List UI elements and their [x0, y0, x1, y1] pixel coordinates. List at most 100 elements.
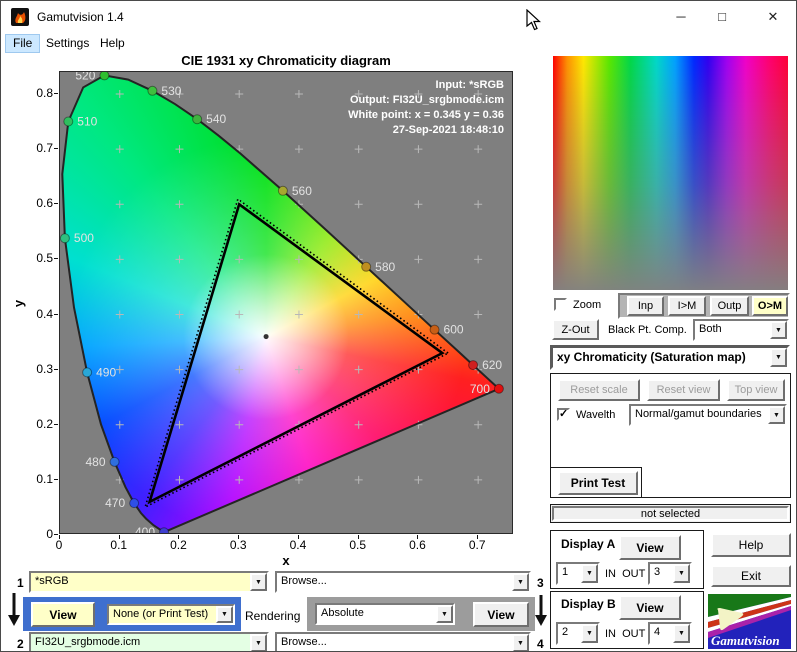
- z-out-button[interactable]: Z-Out: [552, 319, 599, 340]
- dropdown-arrow-icon[interactable]: [512, 634, 529, 652]
- chart-info-block: Input: *sRGBOutput: FI32U_srgbmode.icmWh…: [348, 78, 504, 138]
- tick-mark: [54, 148, 58, 149]
- menu-settings[interactable]: Settings: [39, 34, 96, 53]
- mouse-cursor: [526, 9, 541, 31]
- display-b-title: Display B: [561, 597, 616, 611]
- wavelength-label: 540: [206, 112, 226, 126]
- logo-text: Gamutvision: [711, 633, 780, 648]
- reset-scale-button[interactable]: Reset scale: [558, 379, 640, 401]
- dropdown-arrow-icon[interactable]: [673, 624, 690, 643]
- tick-label: 0.5: [19, 251, 53, 265]
- black-pt-comp-select[interactable]: Both: [693, 319, 789, 341]
- x-axis-label: x: [59, 553, 513, 568]
- dropdown-arrow-icon[interactable]: [250, 634, 267, 652]
- outp-button[interactable]: Outp: [710, 296, 749, 316]
- boundaries-select[interactable]: Normal/gamut boundaries: [629, 404, 787, 426]
- top-view-button[interactable]: Top view: [727, 379, 785, 401]
- tick-label: 0: [19, 527, 53, 541]
- dropdown-arrow-icon[interactable]: [250, 573, 267, 591]
- tick-mark: [178, 535, 179, 539]
- rendering-intent-select[interactable]: Absolute: [315, 603, 455, 625]
- dropdown-arrow-icon[interactable]: [770, 321, 787, 339]
- tick-label: 0.5: [343, 538, 373, 552]
- dropdown-arrow-icon[interactable]: [581, 564, 598, 583]
- slot-2-number: 2: [17, 637, 24, 651]
- rendering-view-button[interactable]: View: [473, 602, 529, 627]
- dropdown-arrow-icon[interactable]: [512, 573, 529, 591]
- display-a-title: Display A: [561, 537, 615, 551]
- wavelength-label: 510: [77, 114, 97, 128]
- tick-label: 0.1: [104, 538, 134, 552]
- wavelength-label: 700: [470, 382, 490, 396]
- dropdown-arrow-icon[interactable]: [770, 348, 787, 367]
- menu-bar: File Settings Help: [1, 33, 796, 54]
- tick-label: 0.2: [19, 417, 53, 431]
- tick-label: 0.4: [19, 307, 53, 321]
- tick-mark: [54, 314, 58, 315]
- tick-label: 0.6: [402, 538, 432, 552]
- display-b-inout-label: IN OUT: [605, 628, 645, 640]
- help-button[interactable]: Help: [711, 533, 791, 557]
- tick-label: 0.4: [283, 538, 313, 552]
- browse-3-value: Browse...: [277, 573, 512, 591]
- maximize-button[interactable]: □: [699, 1, 745, 32]
- output-profile-select[interactable]: FI32U_srgbmode.icm: [29, 632, 269, 652]
- display-a-view-button[interactable]: View: [619, 535, 681, 560]
- y-axis-label: y: [11, 300, 26, 307]
- tick-label: 0.7: [462, 538, 492, 552]
- wavelength-label: 580: [375, 260, 395, 274]
- window-title: Gamutvision 1.4: [37, 10, 124, 24]
- display-b-in-select[interactable]: 2: [556, 622, 600, 645]
- tick-label: 0.7: [19, 141, 53, 155]
- dropdown-arrow-icon[interactable]: [768, 406, 785, 424]
- reset-view-button[interactable]: Reset view: [647, 379, 720, 401]
- wavelth-checkbox[interactable]: [557, 408, 570, 421]
- display-b-out-select[interactable]: 4: [648, 622, 692, 645]
- display-b-out-value: 4: [650, 624, 673, 643]
- print-pattern-select[interactable]: None (or Print Test): [107, 604, 235, 625]
- browse-4-select[interactable]: Browse...: [275, 632, 531, 652]
- chart-info-line: White point: x = 0.345 y = 0.36: [348, 108, 504, 123]
- flow-down-arrow-right-icon: [533, 595, 549, 627]
- tick-label: 0.8: [19, 86, 53, 100]
- wavelength-label: 400: [135, 525, 155, 534]
- browse-3-select[interactable]: Browse...: [275, 571, 531, 593]
- wavelength-label: 560: [292, 184, 312, 198]
- display-b-view-button[interactable]: View: [619, 595, 681, 620]
- plot-overlay: 5205305405105004904804704005605806006207…: [60, 72, 513, 534]
- menu-help[interactable]: Help: [93, 34, 132, 53]
- app-icon: [11, 8, 29, 26]
- display-a-out-select[interactable]: 3: [648, 562, 692, 585]
- i-to-m-button[interactable]: I>M: [668, 296, 706, 316]
- display-a-out-value: 3: [650, 564, 673, 583]
- dropdown-arrow-icon[interactable]: [673, 564, 690, 583]
- exit-button[interactable]: Exit: [711, 565, 791, 587]
- inp-button[interactable]: Inp: [627, 296, 664, 316]
- zoom-checkbox[interactable]: [554, 298, 567, 311]
- pattern-view-button[interactable]: View: [31, 602, 95, 627]
- rendering-intent-value: Absolute: [317, 605, 436, 623]
- dropdown-arrow-icon[interactable]: [436, 605, 453, 623]
- tick-mark: [54, 479, 58, 480]
- display-a-in-value: 1: [558, 564, 581, 583]
- dropdown-arrow-icon[interactable]: [581, 624, 598, 643]
- minimize-button[interactable]: ─: [658, 1, 704, 32]
- chart-title: CIE 1931 xy Chromaticity diagram: [59, 53, 513, 68]
- input-profile-select[interactable]: *sRGB: [29, 571, 269, 593]
- tick-mark: [54, 258, 58, 259]
- chromaticity-plot[interactable]: 5205305405105004904804704005605806006207…: [59, 71, 513, 534]
- close-button[interactable]: ✕: [750, 1, 796, 32]
- wavelength-label: 490: [96, 365, 116, 379]
- display-a-in-select[interactable]: 1: [556, 562, 600, 585]
- tick-label: 0.2: [163, 538, 193, 552]
- view-mode-select[interactable]: xy Chromaticity (Saturation map): [550, 345, 790, 370]
- dropdown-arrow-icon[interactable]: [216, 606, 233, 623]
- browse-4-value: Browse...: [277, 634, 512, 652]
- chart-info-line: Output: FI32U_srgbmode.icm: [348, 93, 504, 108]
- print-pattern-value: None (or Print Test): [109, 606, 216, 623]
- o-to-m-button[interactable]: O>M: [752, 296, 788, 316]
- hue-saturation-map[interactable]: [553, 56, 788, 290]
- menu-file[interactable]: File: [5, 34, 40, 53]
- print-test-button[interactable]: Print Test: [558, 471, 638, 495]
- wavelength-label: 480: [86, 455, 106, 469]
